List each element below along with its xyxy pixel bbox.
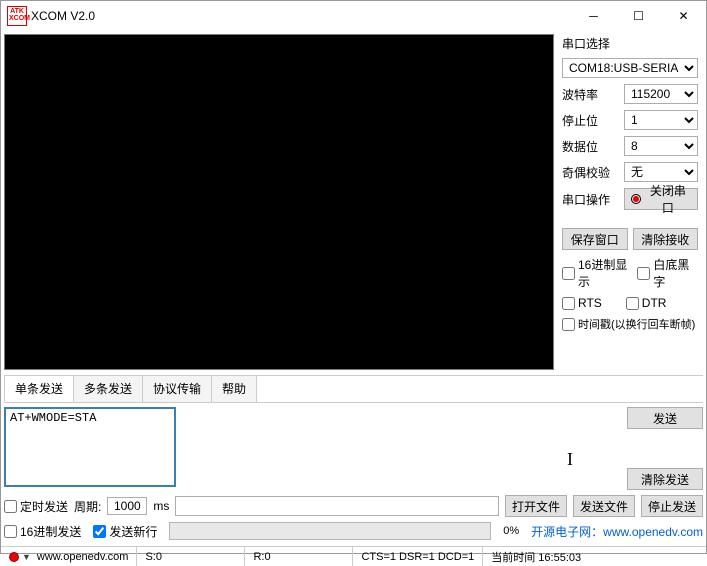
period-input[interactable] <box>107 497 147 515</box>
text-cursor-icon: I <box>567 449 573 470</box>
status-connection: ▼www.openedv.com <box>1 547 137 566</box>
window-title: XCOM V2.0 <box>31 9 571 23</box>
timed-send-checkbox[interactable]: 定时发送 <box>4 498 68 515</box>
progress-bar <box>169 522 491 540</box>
parity-label: 奇偶校验 <box>562 164 618 181</box>
tab-bar: 单条发送 多条发送 协议传输 帮助 <box>4 375 703 403</box>
send-file-button[interactable]: 发送文件 <box>573 495 635 517</box>
tab-single-send[interactable]: 单条发送 <box>4 375 74 402</box>
app-logo: ATK XCOM <box>7 6 27 26</box>
dtr-checkbox[interactable]: DTR <box>626 296 667 310</box>
tab-multi-send[interactable]: 多条发送 <box>73 375 143 402</box>
status-recv: R:0 <box>245 547 353 566</box>
stopbit-select[interactable]: 1 <box>624 110 698 130</box>
send-textarea[interactable] <box>4 407 176 487</box>
hex-send-checkbox[interactable]: 16进制发送 <box>4 523 81 540</box>
status-sent: S:0 <box>137 547 245 566</box>
send-button[interactable]: 发送 <box>627 407 703 429</box>
stopbit-label: 停止位 <box>562 112 618 129</box>
tab-help[interactable]: 帮助 <box>211 375 257 402</box>
databit-label: 数据位 <box>562 138 618 155</box>
port-toggle-button[interactable]: 关闭串口 <box>624 188 698 210</box>
maximize-button[interactable]: ☐ <box>616 1 661 31</box>
databit-select[interactable]: 8 <box>624 136 698 156</box>
parity-select[interactable]: 无 <box>624 162 698 182</box>
status-time: 当前时间 16:55:03 <box>483 547 706 566</box>
hex-display-checkbox[interactable]: 16进制显示 <box>562 256 635 290</box>
close-button[interactable]: ✕ <box>661 1 706 31</box>
period-label: 周期: <box>74 498 101 515</box>
port-op-label: 串口操作 <box>562 191 618 208</box>
clear-send-button[interactable]: 清除发送 <box>627 468 703 490</box>
send-newline-checkbox[interactable]: 发送新行 <box>93 523 157 540</box>
open-file-button[interactable]: 打开文件 <box>505 495 567 517</box>
baud-select[interactable]: 115200 <box>624 84 698 104</box>
progress-percent: 0% <box>503 525 519 537</box>
dropdown-icon: ▼ <box>22 552 31 562</box>
record-icon <box>631 194 641 204</box>
port-select[interactable]: COM18:USB-SERIAL <box>562 58 698 78</box>
white-bg-checkbox[interactable]: 白底黑字 <box>637 256 698 290</box>
period-unit: ms <box>153 499 169 513</box>
stop-send-button[interactable]: 停止发送 <box>641 495 703 517</box>
save-window-button[interactable]: 保存窗口 <box>562 228 628 250</box>
receive-console <box>4 34 554 370</box>
port-select-label: 串口选择 <box>562 35 698 52</box>
rts-checkbox[interactable]: RTS <box>562 296 602 310</box>
status-cts: CTS=1 DSR=1 DCD=1 <box>353 547 483 566</box>
minimize-button[interactable]: ─ <box>571 1 616 31</box>
baud-label: 波特率 <box>562 86 618 103</box>
tab-protocol[interactable]: 协议传输 <box>142 375 212 402</box>
site-label: 开源电子网： <box>531 525 603 539</box>
status-dot-icon <box>9 552 19 562</box>
site-link[interactable]: www.openedv.com <box>603 525 703 539</box>
clear-receive-button[interactable]: 清除接收 <box>633 228 699 250</box>
file-path-input[interactable] <box>175 496 499 516</box>
timestamp-checkbox[interactable]: 时间戳(以换行回车断帧) <box>562 316 698 332</box>
